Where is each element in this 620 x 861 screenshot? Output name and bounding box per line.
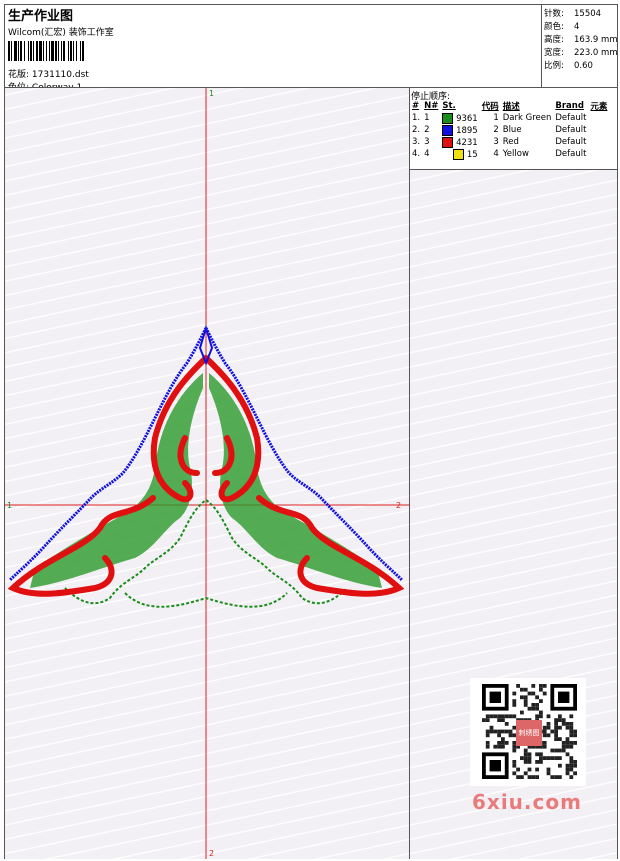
color-swatch [442, 112, 454, 124]
color-swatch [442, 136, 454, 148]
row-number: 3 [424, 137, 430, 147]
stat-label: 颜色: [544, 22, 564, 32]
stat-label: 宽度: [544, 48, 564, 58]
axis-label-bottom: 2 [209, 849, 214, 858]
embroidery-preview: 1 2 1 2 [5, 88, 409, 859]
document-title: 生产作业图 [8, 9, 74, 24]
stitch-count: 15 [466, 149, 478, 160]
row-index: 3. [412, 137, 421, 147]
row-index: 2. [412, 125, 421, 135]
table-row: 1. 1 9361 1 Dark Green Default [410, 112, 609, 124]
col-element: 元素 [590, 102, 608, 112]
company-name: Wilcom(汇宏) 装饰工作室 [8, 28, 114, 38]
col-brand: Brand [555, 101, 584, 111]
stop-sequence-table: # N# St. 代码 描述 Brand 元素 1. 1 9361 1 Dark… [410, 100, 609, 160]
col-index: # [412, 101, 420, 111]
stat-width: 宽度: 223.0 mm [544, 46, 618, 58]
header: 生产作业图 Wilcom(汇宏) 装饰工作室 花版: 1731110.dst 色… [5, 5, 541, 93]
row-stitches: 1895 [440, 124, 479, 136]
color-swatch [442, 124, 454, 136]
stats-panel: 针数: 15504 颜色: 4 高度: 163.9 mm 宽度: 223.0 mm 比例… [541, 5, 618, 87]
file-name: 1731110.dst [31, 70, 89, 80]
stat-colors: 颜色: 4 [544, 20, 579, 32]
barcode [8, 41, 146, 61]
stop-sequence-header-row: # N# St. 代码 描述 Brand 元素 [410, 100, 609, 112]
row-element [588, 124, 609, 136]
axis-label-left: 1 [7, 501, 12, 510]
row-description: Blue [502, 125, 522, 135]
row-number: 2 [424, 125, 430, 135]
row-brand: Default [555, 137, 587, 147]
stat-stitches: 针数: 15504 [544, 7, 601, 19]
stat-height: 高度: 163.9 mm [544, 33, 618, 45]
axis-label-top: 1 [209, 89, 214, 98]
row-description: Dark Green [502, 113, 552, 123]
row-brand: Default [555, 113, 587, 123]
row-element [588, 112, 609, 124]
watermark-logo: 6xiu.com [472, 790, 582, 814]
stat-value: 4 [574, 22, 580, 32]
col-number: N# [424, 101, 439, 111]
table-row: 3. 3 4231 3 Red Default [410, 136, 609, 148]
row-number: 4 [424, 149, 430, 159]
stat-value: 0.60 [574, 61, 593, 71]
seal-stamp: 刺绣图 [516, 720, 542, 746]
row-number: 1 [424, 113, 430, 123]
row-description: Yellow [502, 149, 529, 159]
row-stitches: 4231 [440, 136, 479, 148]
stat-label: 针数: [544, 9, 564, 19]
file-label: 花版: [8, 70, 30, 80]
stat-label: 比例: [544, 61, 564, 71]
stat-value: 223.0 mm [574, 48, 618, 58]
axis-label-right: 2 [396, 501, 401, 510]
row-code: 2 [493, 125, 499, 135]
stitch-count: 4231 [456, 137, 478, 148]
stitch-count: 1895 [456, 125, 478, 136]
row-code: 4 [493, 149, 499, 159]
table-row: 4. 4 15 4 Yellow Default [410, 148, 609, 160]
row-element [588, 136, 609, 148]
row-brand: Default [555, 125, 587, 135]
row-description: Red [502, 137, 519, 147]
stat-scale: 比例: 0.60 [544, 59, 593, 71]
stop-sequence-box: 停止顺序: # N# St. 代码 描述 Brand 元素 1. 1 9361 [410, 88, 617, 170]
file-row: 花版: 1731110.dst [8, 67, 89, 80]
design-canvas: 1 2 1 2 [5, 88, 410, 859]
row-brand: Default [555, 149, 587, 159]
row-element [588, 148, 609, 160]
row-index: 4. [412, 149, 421, 159]
row-stitches: 15 [440, 148, 479, 160]
col-description: 描述 [502, 102, 520, 112]
stitch-count: 9361 [456, 113, 478, 124]
row-index: 1. [412, 113, 421, 123]
color-swatch [453, 148, 465, 160]
col-stitches: St. [442, 101, 456, 111]
stat-value: 15504 [574, 9, 602, 19]
stat-label: 高度: [544, 35, 564, 45]
col-code: 代码 [481, 102, 499, 112]
table-row: 2. 2 1895 2 Blue Default [410, 124, 609, 136]
row-stitches: 9361 [440, 112, 479, 124]
row-code: 1 [493, 113, 499, 123]
stat-value: 163.9 mm [574, 35, 618, 45]
row-code: 3 [493, 137, 499, 147]
